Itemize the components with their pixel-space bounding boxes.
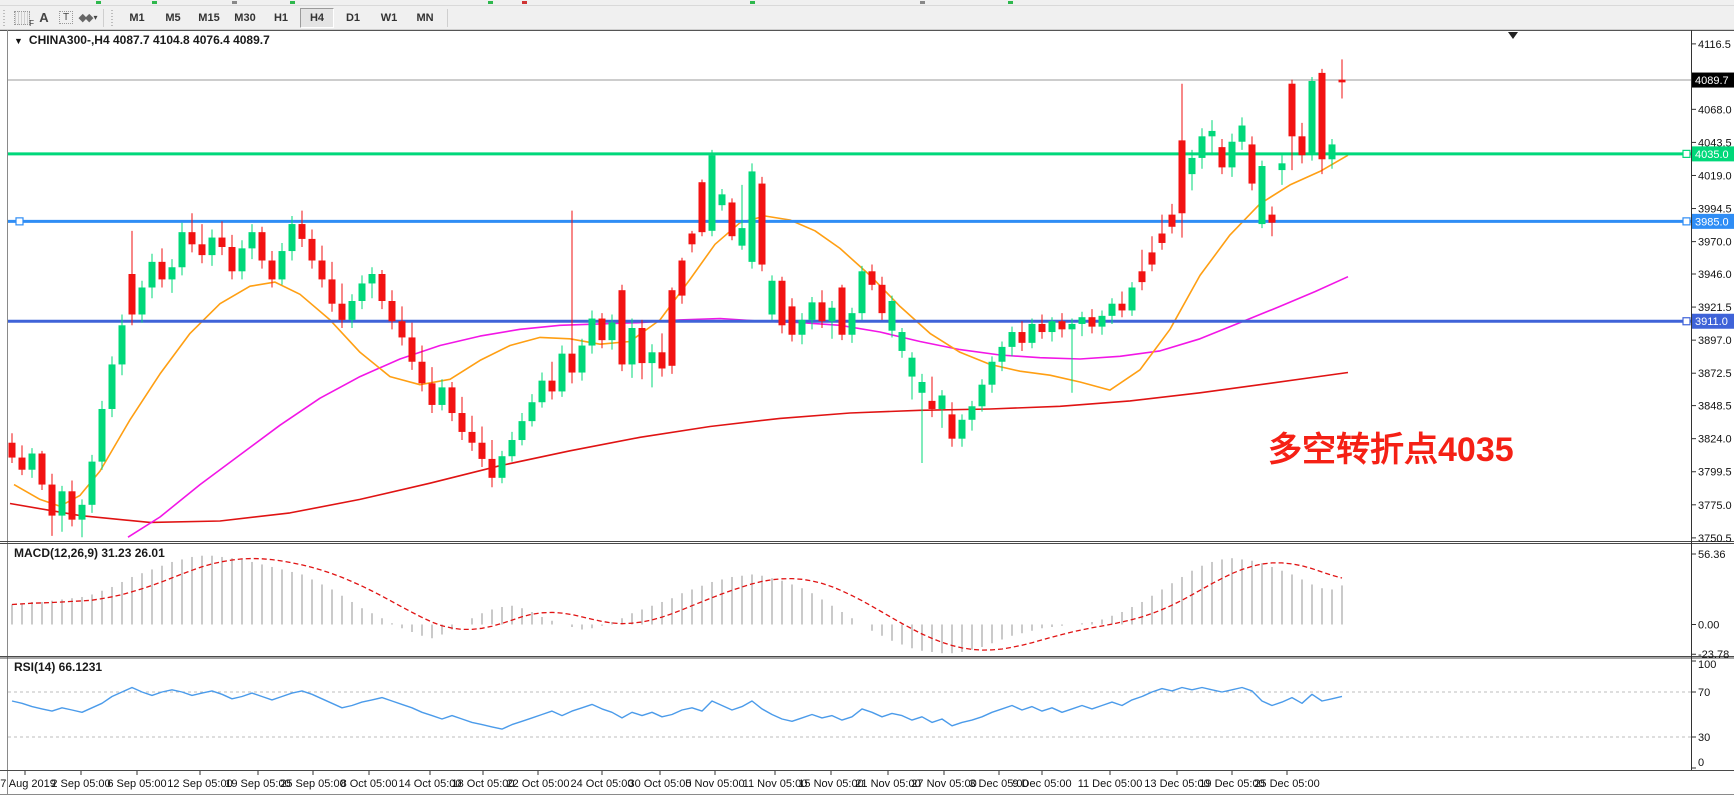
svg-text:25 Sep 05:00: 25 Sep 05:00 xyxy=(280,778,345,790)
chart-title[interactable]: ▼ CHINA300-,H4 4087.7 4104.8 4076.4 4089.… xyxy=(14,33,270,47)
svg-text:27 Nov 05:00: 27 Nov 05:00 xyxy=(911,778,976,790)
svg-text:22 Oct 05:00: 22 Oct 05:00 xyxy=(507,778,570,790)
svg-text:30 Oct 05:00: 30 Oct 05:00 xyxy=(629,778,692,790)
svg-text:2 Sep 05:00: 2 Sep 05:00 xyxy=(51,778,110,790)
rsi-label: RSI(14) 66.1231 xyxy=(14,660,102,674)
svg-text:100: 100 xyxy=(1698,659,1716,671)
svg-text:3848.5: 3848.5 xyxy=(1698,401,1732,413)
svg-text:3824.0: 3824.0 xyxy=(1698,434,1732,446)
svg-text:3897.0: 3897.0 xyxy=(1698,335,1732,347)
svg-text:27 Aug 2019: 27 Aug 2019 xyxy=(0,778,56,790)
symbol-timeframe-label: CHINA300-,H4 xyxy=(29,33,110,47)
svg-text:4116.5: 4116.5 xyxy=(1698,39,1731,51)
svg-text:3775.0: 3775.0 xyxy=(1698,500,1732,512)
svg-text:30: 30 xyxy=(1698,732,1710,744)
svg-text:24 Oct 05:00: 24 Oct 05:00 xyxy=(571,778,634,790)
svg-text:11 Dec 05:00: 11 Dec 05:00 xyxy=(1078,778,1143,790)
svg-text:18 Oct 05:00: 18 Oct 05:00 xyxy=(452,778,515,790)
svg-text:3921.5: 3921.5 xyxy=(1698,302,1732,314)
svg-text:0: 0 xyxy=(1698,757,1704,769)
svg-text:5 Nov 05:00: 5 Nov 05:00 xyxy=(685,778,744,790)
macd-label: MACD(12,26,9) 31.23 26.01 xyxy=(14,546,165,560)
ohlc-values: 4087.7 4104.8 4076.4 4089.7 xyxy=(113,33,270,47)
annotation-text[interactable]: 多空转折点4035 xyxy=(1268,422,1514,471)
svg-text:12 Sep 05:00: 12 Sep 05:00 xyxy=(167,778,232,790)
svg-text:3872.5: 3872.5 xyxy=(1698,368,1732,380)
svg-text:4035.0: 4035.0 xyxy=(1695,149,1729,161)
svg-text:3799.5: 3799.5 xyxy=(1698,467,1732,479)
svg-text:3911.0: 3911.0 xyxy=(1695,316,1728,328)
svg-text:4089.7: 4089.7 xyxy=(1695,75,1729,87)
svg-text:4019.0: 4019.0 xyxy=(1698,170,1732,182)
svg-text:3946.0: 3946.0 xyxy=(1698,269,1732,281)
svg-text:56.36: 56.36 xyxy=(1698,549,1726,561)
svg-text:4068.0: 4068.0 xyxy=(1698,104,1732,116)
svg-text:3970.0: 3970.0 xyxy=(1698,237,1732,249)
mt4-window: F A T ◆◆ ▾ M1M5M15M30H1H4D1W1MN 4116.540… xyxy=(0,0,1734,796)
svg-text:3985.0: 3985.0 xyxy=(1695,216,1729,228)
svg-text:15 Nov 05:00: 15 Nov 05:00 xyxy=(798,778,863,790)
svg-text:9 Dec 05:00: 9 Dec 05:00 xyxy=(1012,778,1071,790)
chart-dropdown-icon[interactable]: ▼ xyxy=(14,36,23,46)
svg-text:8 Oct 05:00: 8 Oct 05:00 xyxy=(341,778,398,790)
svg-text:3994.5: 3994.5 xyxy=(1698,204,1732,216)
svg-text:6 Sep 05:00: 6 Sep 05:00 xyxy=(107,778,166,790)
svg-text:70: 70 xyxy=(1698,687,1710,699)
svg-text:0.00: 0.00 xyxy=(1698,620,1719,632)
svg-text:3750.5: 3750.5 xyxy=(1698,533,1732,545)
chart-canvas[interactable]: 4116.54068.04043.54019.03994.53970.03946… xyxy=(0,0,1734,796)
svg-text:25 Dec 05:00: 25 Dec 05:00 xyxy=(1254,778,1319,790)
